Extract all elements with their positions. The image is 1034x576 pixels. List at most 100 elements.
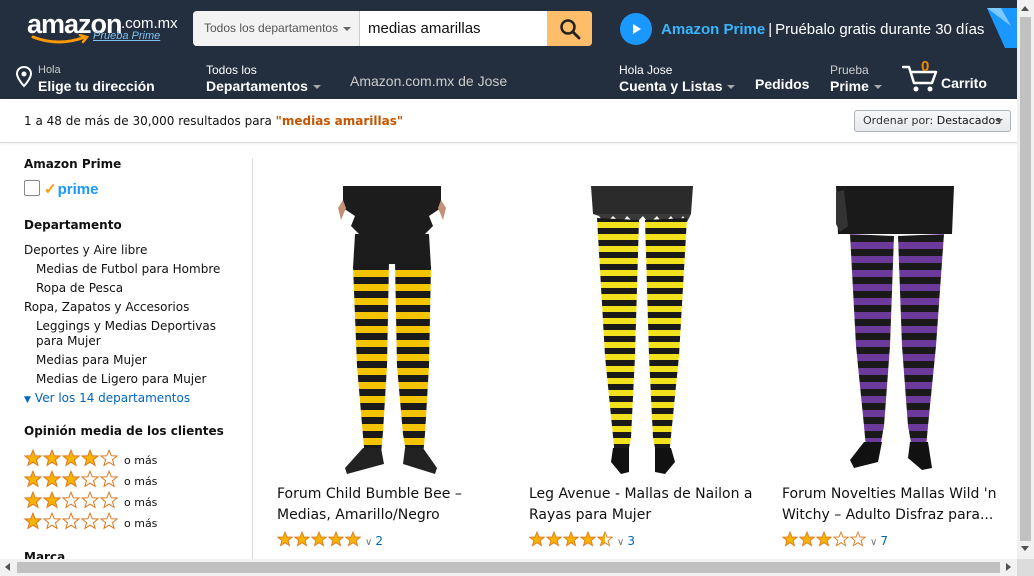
results-count: 1 a 48 de más de 30,000 resultados para — [24, 114, 276, 128]
department-link[interactable]: Medias de Futbol para Hombre — [36, 262, 220, 277]
chevron-down-icon: ∨ — [365, 537, 373, 548]
star-icon — [61, 490, 81, 509]
chevron-down-icon: ▼ — [24, 395, 31, 405]
search-icon — [559, 18, 580, 39]
prime-menu-line1: Prueba — [830, 63, 869, 77]
horizontal-scrollbar-thumb[interactable] — [17, 562, 1000, 573]
prime-menu[interactable]: Prueba Prime — [830, 64, 882, 95]
review-count[interactable]: ∨ 3 — [617, 534, 635, 548]
see-all-departments-label: Ver los 14 departamentos — [34, 391, 191, 405]
star-icon — [42, 469, 62, 488]
star-icon — [528, 530, 546, 547]
search-input[interactable] — [360, 11, 547, 46]
department-link[interactable]: Leggings y Medias Deportivas — [36, 319, 216, 334]
scroll-down-arrow-icon[interactable] — [1021, 546, 1029, 551]
star-icon — [327, 530, 345, 547]
review-count[interactable]: ∨ 7 — [870, 534, 888, 548]
departments-line2: Departamentos — [206, 78, 308, 94]
review-count[interactable]: ∨ 2 — [365, 534, 383, 548]
cart-icon — [902, 65, 938, 92]
product-title-line: Rayas para Mujer — [529, 507, 652, 523]
amazon-logo[interactable]: amazon .com.mx Prueba Prime — [27, 9, 178, 49]
all-departments-menu[interactable]: Todos los Departamentos — [206, 64, 321, 95]
search-department-select[interactable]: Todos los departamentos — [193, 11, 360, 46]
department-link[interactable]: Medias de Ligero para Mujer — [36, 372, 206, 387]
departments-line1: Todos los — [206, 63, 257, 77]
prime-filter-logo[interactable]: ✓prime — [44, 180, 98, 198]
star-icon — [99, 490, 119, 509]
department-link[interactable]: Ropa, Zapatos y Accesorios — [24, 300, 189, 315]
orders-link[interactable]: Pedidos — [755, 75, 809, 93]
sort-value: Destacados — [936, 114, 1001, 127]
scroll-right-arrow-icon[interactable] — [1006, 563, 1011, 571]
rating-filter-label: o más — [124, 495, 158, 509]
department-link[interactable]: Ropa de Pesca — [36, 281, 123, 296]
star-icon — [42, 490, 62, 509]
review-count-value: 2 — [375, 534, 383, 548]
results-summary: 1 a 48 de más de 30,000 resultados para … — [24, 114, 403, 128]
product-title[interactable]: Forum Child Bumble Bee – Medias, Amarill… — [277, 484, 512, 526]
logo-prime-link[interactable]: Prueba Prime — [93, 30, 160, 42]
chevron-down-icon: ∨ — [870, 537, 878, 548]
star-rating-icon — [23, 448, 119, 471]
department-link[interactable]: para Mujer — [36, 334, 101, 349]
cart-label: Carrito — [941, 75, 987, 91]
star-icon — [23, 490, 43, 509]
product-rating[interactable]: ∨ 2 — [276, 530, 383, 551]
product-title-line: Forum Child Bumble Bee – — [277, 486, 462, 502]
star-icon — [310, 530, 328, 547]
search-button[interactable] — [547, 11, 592, 46]
star-icon — [80, 469, 100, 488]
prime-promo-banner[interactable]: Amazon Prime | Pruébalo gratis durante 30 … — [620, 13, 984, 45]
star-rating-icon — [23, 490, 119, 513]
prime-check-icon: ✓ — [44, 181, 57, 198]
sort-dropdown[interactable]: Ordenar por: Destacados — [854, 110, 1011, 132]
star-icon — [23, 469, 43, 488]
rating-filter-heading: Opinión media de los clientes — [24, 424, 224, 438]
product-rating[interactable]: ∨ 3 — [528, 530, 635, 551]
star-icon — [80, 448, 100, 467]
scrollbar-corner — [1017, 559, 1034, 576]
star-icon — [23, 511, 43, 530]
star-rating-icon — [528, 530, 614, 551]
scroll-up-arrow-icon[interactable] — [1021, 6, 1029, 11]
product-rating[interactable]: ∨ 7 — [781, 530, 888, 551]
star-icon — [832, 530, 850, 547]
star-rating-icon — [276, 530, 362, 551]
vertical-scrollbar[interactable] — [1017, 0, 1034, 576]
department-link[interactable]: Medias para Mujer — [36, 353, 147, 368]
product-image[interactable] — [587, 186, 697, 474]
rating-filter-label: o más — [124, 474, 158, 488]
product-title[interactable]: Leg Avenue - Mallas de Nailon a Rayas pa… — [529, 484, 764, 526]
stars-graphic — [781, 530, 867, 547]
search-bar: Todos los departamentos — [193, 11, 592, 46]
rating-filter-1[interactable]: o más — [23, 511, 157, 534]
star-icon — [562, 530, 580, 547]
horizontal-scrollbar[interactable] — [0, 559, 1017, 576]
chevron-down-icon — [995, 119, 1003, 123]
vertical-scrollbar-thumb[interactable] — [1020, 17, 1031, 541]
top-navigation-bar: amazon .com.mx Prueba Prime Todos los de… — [0, 0, 1034, 58]
star-icon — [798, 530, 816, 547]
rating-filter-4[interactable]: o más — [23, 448, 157, 471]
account-lists-menu[interactable]: Hola Jose Cuenta y Listas — [619, 64, 736, 95]
product-title[interactable]: Forum Novelties Mallas Wild 'n Witchy – … — [782, 484, 1017, 526]
star-icon — [781, 530, 799, 547]
store-link[interactable]: Amazon.com.mx de Jose — [350, 73, 507, 89]
rating-filter-2[interactable]: o más — [23, 490, 158, 513]
rating-filter-3[interactable]: o más — [23, 469, 158, 492]
address-selector[interactable]: Hola Elige tu dirección — [15, 64, 155, 95]
cart-count: 0 — [921, 58, 930, 75]
star-icon — [61, 511, 81, 530]
product-image[interactable] — [836, 186, 954, 474]
star-icon — [815, 530, 833, 547]
star-icon — [23, 448, 43, 467]
product-title-line: Leg Avenue - Mallas de Nailon a — [529, 486, 753, 502]
see-all-departments-link[interactable]: ▼ Ver los 14 departamentos — [24, 391, 190, 408]
department-link[interactable]: Deportes y Aire libre — [24, 243, 147, 258]
stars-graphic — [528, 530, 614, 547]
scroll-left-arrow-icon[interactable] — [5, 563, 10, 571]
address-label: Elige tu dirección — [38, 78, 155, 94]
product-image[interactable] — [337, 186, 447, 474]
prime-filter-checkbox[interactable] — [24, 180, 40, 196]
